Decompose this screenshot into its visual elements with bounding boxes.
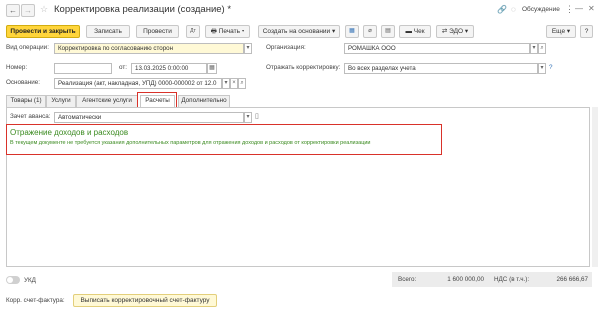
more-label: Еще bbox=[551, 28, 566, 35]
tab-additional[interactable]: Дополнительно bbox=[178, 95, 230, 107]
attach-icon[interactable]: ⌀ bbox=[363, 25, 377, 38]
organization-field[interactable]: РОМАШКА ООО bbox=[344, 43, 530, 54]
number-field[interactable] bbox=[54, 63, 112, 74]
more-button[interactable]: Еще ▾ bbox=[546, 25, 576, 38]
link-icon[interactable]: 🔗 bbox=[497, 5, 507, 14]
ukd-label: УКД bbox=[24, 277, 36, 284]
reflect-label: Отражать корректировку: bbox=[266, 64, 341, 71]
favorite-star-icon[interactable]: ☆ bbox=[40, 4, 48, 15]
back-button[interactable]: ← bbox=[6, 4, 20, 17]
vat-value: 266 666,67 bbox=[556, 276, 588, 283]
chevron-down-icon: ▾ bbox=[240, 28, 245, 35]
basis-dropdown[interactable]: ▾ bbox=[222, 78, 230, 89]
operation-field[interactable]: Корректировка по согласованию сторон bbox=[54, 43, 244, 54]
print-label: Печать bbox=[218, 28, 241, 35]
printer-icon: 🖶 bbox=[210, 28, 219, 35]
date-from-label: от: bbox=[119, 64, 127, 71]
post-and-close-button[interactable]: Провести и закрыть bbox=[6, 25, 80, 38]
operation-dropdown[interactable]: ▾ bbox=[244, 43, 252, 54]
forward-button[interactable]: → bbox=[21, 4, 35, 17]
advance-info-icon[interactable]: ▯ bbox=[255, 112, 259, 120]
chevron-down-icon: ▾ bbox=[565, 28, 571, 35]
issue-invoice-button[interactable]: Выписать корректировочный счет-фактуру bbox=[73, 294, 217, 307]
check-label: Чек bbox=[413, 28, 425, 35]
number-label: Номер: bbox=[6, 64, 28, 71]
more-icon[interactable]: ⋮ bbox=[565, 4, 574, 15]
document-icon[interactable]: ▤ bbox=[381, 25, 395, 38]
basis-field[interactable]: Реализация (акт, накладная, УПД) 0000-00… bbox=[54, 78, 222, 89]
dt-kt-icon[interactable]: Дт bbox=[186, 25, 200, 38]
reflect-help-icon[interactable]: ? bbox=[549, 64, 553, 71]
close-icon[interactable]: ✕ bbox=[588, 4, 595, 13]
chevron-down-icon: ▾ bbox=[463, 28, 469, 35]
organization-label: Организация: bbox=[266, 44, 306, 51]
ukd-toggle-knob bbox=[7, 277, 13, 283]
edo-label: ЭДО bbox=[449, 28, 464, 35]
edo-button[interactable]: ⇄ ЭДО ▾ bbox=[436, 25, 474, 38]
window-title: Корректировка реализации (создание) * bbox=[54, 4, 232, 15]
tab-services[interactable]: Услуги bbox=[46, 95, 76, 107]
create-based-on-label: Создать на основании bbox=[262, 28, 331, 35]
basis-open-icon[interactable]: ⌕ bbox=[238, 78, 246, 89]
vertical-scrollbar[interactable] bbox=[592, 107, 598, 267]
tab-goods[interactable]: Товары (1) bbox=[6, 95, 46, 107]
invoice-label: Корр. счет-фактура: bbox=[6, 297, 65, 304]
reflect-field[interactable]: Во всех разделах учета bbox=[344, 63, 538, 74]
receipt-icon: ▬ bbox=[405, 28, 414, 35]
section-title: Отражение доходов и расходов bbox=[10, 128, 129, 137]
advance-label: Зачет аванса: bbox=[10, 113, 51, 120]
minimize-icon[interactable]: — bbox=[575, 4, 583, 13]
organization-open-icon[interactable]: ⌕ bbox=[538, 43, 546, 54]
tab-agent-services[interactable]: Агентские услуги bbox=[76, 95, 138, 107]
report-icon[interactable]: ▦ bbox=[345, 25, 359, 38]
organization-dropdown[interactable]: ▾ bbox=[530, 43, 538, 54]
save-button[interactable]: Записать bbox=[86, 25, 130, 38]
calendar-icon[interactable]: ▦ bbox=[207, 63, 217, 74]
total-label: Всего: bbox=[398, 276, 417, 283]
discussion-button[interactable]: Обсуждение bbox=[522, 6, 560, 13]
check-button[interactable]: ▬ Чек bbox=[399, 25, 431, 38]
operation-label: Вид операции: bbox=[6, 44, 49, 51]
basis-label: Основание: bbox=[6, 79, 41, 86]
discussion-icon[interactable]: ◌ bbox=[511, 5, 516, 14]
basis-clear-icon[interactable]: × bbox=[230, 78, 238, 89]
advance-field[interactable]: Автоматически bbox=[54, 112, 244, 123]
help-button[interactable]: ? bbox=[580, 25, 593, 38]
total-value: 1 600 000,00 bbox=[447, 276, 484, 283]
post-button[interactable]: Провести bbox=[136, 25, 179, 38]
date-field[interactable]: 13.03.2025 0:00:00 bbox=[131, 63, 207, 74]
create-based-on-button[interactable]: Создать на основании ▾ bbox=[258, 25, 340, 38]
vat-label: НДС (в т.ч.): bbox=[494, 276, 530, 283]
chevron-down-icon: ▾ bbox=[330, 28, 336, 35]
reflect-dropdown[interactable]: ▾ bbox=[538, 63, 546, 74]
print-button[interactable]: 🖶 Печать ▾ bbox=[205, 25, 250, 38]
advance-dropdown[interactable]: ▾ bbox=[244, 112, 252, 123]
section-text: В текущем документе не требуется указани… bbox=[10, 140, 371, 146]
